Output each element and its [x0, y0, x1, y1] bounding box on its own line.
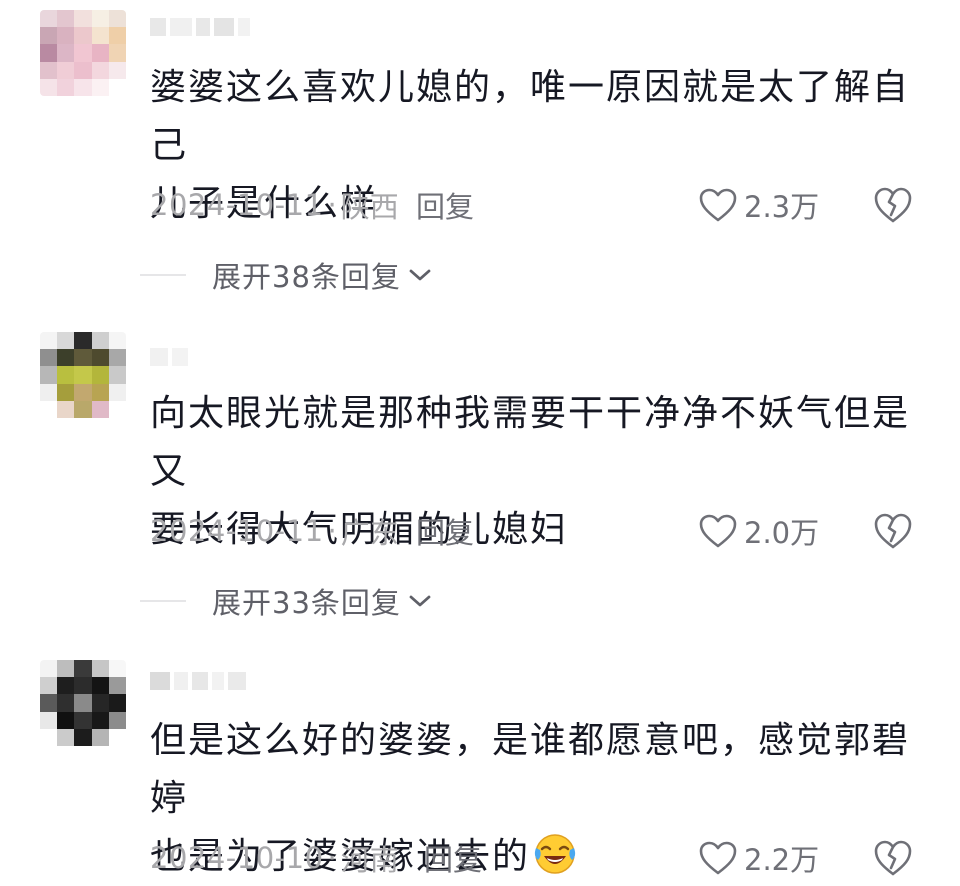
broken-heart-icon[interactable] [872, 185, 914, 225]
reply-button[interactable]: 回复 [424, 837, 482, 879]
comment-location: 广东 [340, 516, 399, 550]
like-button[interactable]: 2.0万 [698, 511, 819, 551]
avatar[interactable] [40, 10, 126, 96]
comment-text-line: 但是这么好的婆婆，是谁都愿意吧，感觉郭碧婷 [150, 720, 911, 819]
reply-button[interactable]: 回复 [416, 510, 474, 552]
like-count: 2.3万 [744, 190, 820, 224]
reply-button[interactable]: 回复 [416, 184, 474, 226]
like-count: 2.0万 [744, 516, 820, 550]
like-button[interactable]: 2.3万 [698, 185, 819, 225]
heart-outline-icon [699, 841, 737, 875]
laughing-crying-emoji [534, 834, 576, 874]
meta-separator: · [327, 188, 337, 222]
meta-separator: · [327, 514, 337, 548]
chevron-down-icon [409, 595, 431, 607]
comment-text-line: 向太眼光就是那种我需要干干净净不妖气但是又 [150, 393, 911, 492]
comment-date: 2024-10-11 [150, 514, 324, 548]
broken-heart-icon[interactable] [872, 511, 914, 551]
divider-line [140, 600, 186, 602]
heart-outline-icon [699, 188, 737, 222]
username-redacted[interactable] [150, 348, 188, 370]
avatar[interactable] [40, 332, 126, 418]
like-button[interactable]: 2.2万 [698, 838, 819, 878]
comment-location: 河南 [340, 843, 399, 877]
username-redacted[interactable] [150, 672, 246, 694]
comment-date: 2024-10-10 [150, 841, 324, 875]
broken-heart-icon[interactable] [872, 838, 914, 878]
username-redacted[interactable] [150, 18, 250, 40]
comment-date: 2024-10-11 [150, 188, 324, 222]
avatar[interactable] [40, 660, 126, 746]
expand-replies-button[interactable]: 展开38条回复 [140, 255, 433, 295]
like-count: 2.2万 [744, 843, 820, 877]
comment-text-line: 婆婆这么喜欢儿媳的，唯一原因就是太了解自己 [150, 67, 911, 166]
comment-meta: 2024-10-11 · 广东 回复 [150, 511, 474, 551]
expand-replies-label: 展开38条回复 [212, 260, 401, 294]
comment-meta: 2024-10-11 · 陕西 回复 [150, 185, 474, 225]
divider-line [140, 274, 186, 276]
expand-replies-label: 展开33条回复 [212, 586, 401, 620]
meta-separator: · [327, 841, 337, 875]
comment-meta: 2024-10-10 · 河南 回复 [150, 838, 482, 878]
heart-outline-icon [699, 514, 737, 548]
chevron-down-icon [409, 269, 431, 281]
expand-replies-button[interactable]: 展开33条回复 [140, 581, 433, 621]
comment-location: 陕西 [340, 190, 399, 224]
